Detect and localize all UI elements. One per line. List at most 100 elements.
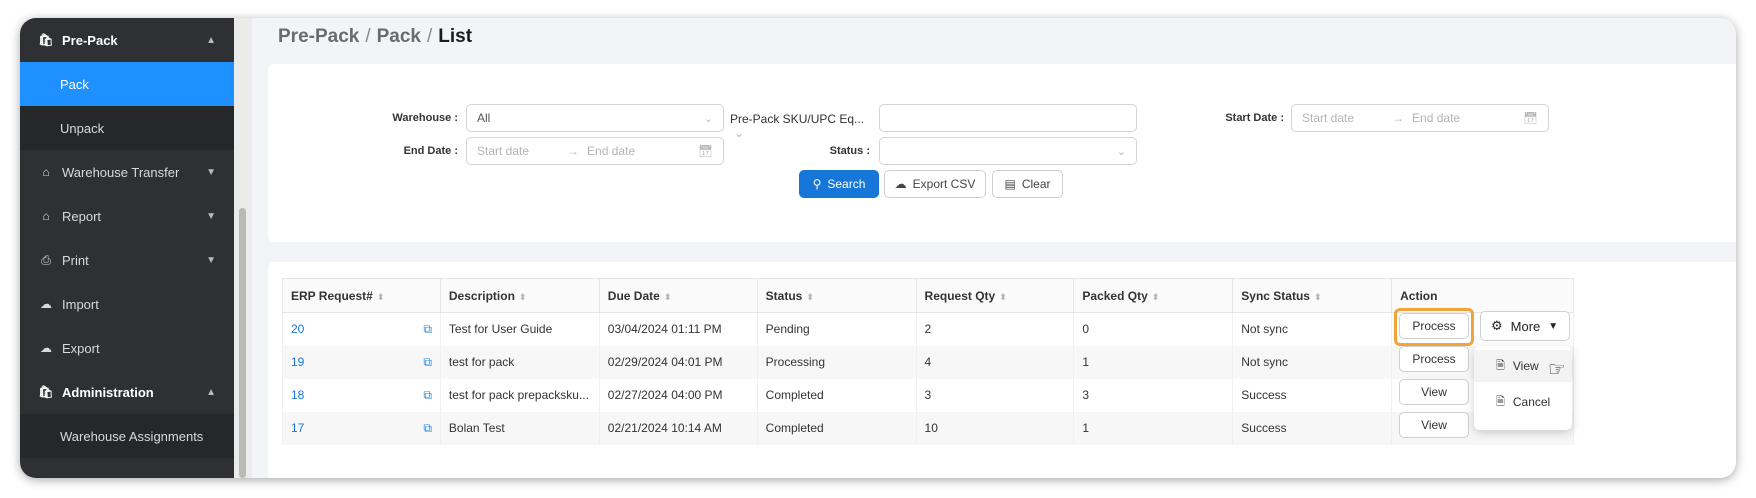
sidebar-item-administration[interactable]: 🛍︎ Administration ▲: [20, 370, 234, 414]
scrollbar-thumb[interactable]: [239, 208, 246, 478]
erp-request-value[interactable]: 17: [291, 421, 304, 435]
sidebar-item-pack[interactable]: Pack: [20, 62, 234, 106]
status-select[interactable]: ⌄: [879, 137, 1137, 165]
chevron-up-icon: ▲: [206, 34, 216, 46]
chevron-up-icon: ▲: [206, 386, 216, 398]
filter-panel: Warehouse : All ⌄ Pre-Pack SKU/UPC Eq...…: [268, 64, 1736, 242]
menu-item-label: View: [1512, 359, 1539, 373]
request-qty-cell: 4: [915, 345, 1075, 379]
sort-icon[interactable]: ⬍: [519, 292, 527, 302]
sort-icon[interactable]: ⬍: [999, 292, 1007, 302]
packed-qty-cell: 1: [1073, 345, 1234, 379]
sidebar-item-unpack[interactable]: Unpack: [20, 106, 234, 150]
process-button[interactable]: Process: [1399, 346, 1469, 372]
sort-icon[interactable]: ⬍: [806, 292, 814, 302]
search-button[interactable]: ⚲ Search: [799, 170, 879, 198]
sidebar-item-export[interactable]: ☁ Export: [20, 326, 234, 370]
end-date-range[interactable]: Start date → End date 📅︎: [466, 137, 724, 165]
sidebar-item-warehouse-transfer[interactable]: ⌂ Warehouse Transfer ▼: [20, 150, 234, 194]
erp-request-link[interactable]: 18 ⧉: [282, 378, 441, 412]
column-label: Request Qty: [924, 288, 996, 303]
column-header-status[interactable]: Status ⬍: [756, 278, 917, 313]
clear-icon: ▤: [1004, 177, 1016, 191]
erp-request-value[interactable]: 20: [291, 322, 304, 336]
column-label: Packed Qty: [1082, 288, 1148, 303]
request-qty-cell: 10: [915, 411, 1075, 445]
copy-icon[interactable]: ⧉: [423, 388, 432, 403]
sort-icon[interactable]: ⬍: [1152, 292, 1160, 302]
sidebar-item-print[interactable]: ⎙ Print ▼: [20, 238, 234, 282]
sku-input[interactable]: [879, 104, 1137, 132]
chevron-down-icon: ⌄: [703, 112, 713, 125]
warehouse-select[interactable]: All ⌄: [466, 104, 724, 132]
more-button[interactable]: ⚙ More ▼: [1480, 311, 1570, 341]
search-icon: ⚲: [812, 177, 822, 191]
packed-qty-cell: 0: [1073, 312, 1234, 346]
start-date-range[interactable]: Start date → End date 📅︎: [1291, 104, 1549, 132]
arrow-right-icon: →: [567, 144, 580, 158]
sidebar-item-label: Warehouse Transfer: [62, 164, 180, 180]
description-cell: test for pack: [439, 345, 600, 379]
sort-icon[interactable]: ⬍: [664, 292, 672, 302]
sidebar-scrollbar[interactable]: [234, 18, 252, 478]
table-row: 20 ⧉ Test for User Guide 03/04/2024 01:11…: [282, 312, 1574, 346]
column-header-packed-qty[interactable]: Packed Qty ⬍: [1073, 278, 1234, 313]
erp-request-link[interactable]: 17 ⧉: [282, 411, 441, 445]
copy-icon[interactable]: ⧉: [423, 421, 432, 436]
sidebar-item-label: Warehouse Assignments: [60, 428, 204, 444]
breadcrumb-pre-pack[interactable]: Pre-Pack: [278, 26, 359, 47]
sidebar-item-import[interactable]: ☁ Import: [20, 282, 234, 326]
pack-table: ERP Request# ⬍ Description ⬍ Due Date ⬍ Sta…: [282, 278, 1574, 445]
sort-icon[interactable]: ⬍: [1314, 292, 1322, 302]
end-date-placeholder: End date: [587, 144, 636, 158]
column-header-request-qty[interactable]: Request Qty ⬍: [915, 278, 1075, 313]
warehouse-label: Warehouse :: [392, 112, 458, 124]
packed-qty-cell: 3: [1073, 378, 1234, 412]
sidebar-item-warehouse-assignments[interactable]: Warehouse Assignments: [20, 414, 234, 458]
sidebar-item-label: Import: [62, 296, 99, 312]
process-button-label: Process: [1412, 352, 1456, 366]
copy-icon[interactable]: ⧉: [423, 355, 432, 370]
sync-status-cell: Success: [1232, 378, 1393, 412]
description-cell: test for pack prepacksku...: [439, 378, 600, 412]
erp-request-value[interactable]: 19: [291, 355, 304, 369]
breadcrumb-pack[interactable]: Pack: [377, 26, 421, 47]
menu-item-cancel[interactable]: 🗎︎ Cancel: [1474, 386, 1572, 418]
process-button[interactable]: Process: [1399, 313, 1469, 339]
column-label: Description: [448, 288, 515, 303]
sync-status-cell: Not sync: [1232, 345, 1393, 379]
view-button-label: View: [1421, 418, 1447, 432]
column-header-erp[interactable]: ERP Request# ⬍: [282, 278, 441, 313]
due-date-cell: 02/21/2024 10:14 AM: [598, 411, 758, 445]
column-label: Due Date: [607, 288, 660, 303]
column-header-due-date[interactable]: Due Date ⬍: [598, 278, 758, 313]
sidebar-item-report[interactable]: ⌂ Report ▼: [20, 194, 234, 238]
clear-button[interactable]: ▤ Clear: [992, 170, 1063, 198]
copy-icon[interactable]: ⧉: [423, 322, 432, 337]
due-date-cell: 02/29/2024 04:01 PM: [598, 345, 758, 379]
erp-request-link[interactable]: 20 ⧉: [282, 312, 441, 346]
view-button[interactable]: View: [1399, 412, 1469, 438]
hand-cursor-icon: ☞: [1548, 359, 1566, 381]
sort-icon[interactable]: ⬍: [377, 292, 385, 302]
export-csv-button[interactable]: ☁ Export CSV: [884, 170, 986, 198]
calendar-icon: 📅︎: [1522, 111, 1538, 125]
erp-request-link[interactable]: 19 ⧉: [282, 345, 441, 379]
sku-filter-select[interactable]: Pre-Pack SKU/UPC Eq... ⌄: [730, 112, 878, 140]
chevron-down-icon: ▼: [206, 254, 216, 266]
cloud-upload-icon: ☁: [894, 177, 907, 191]
sidebar-item-pre-pack[interactable]: 🛍︎ Pre-Pack ▲: [20, 18, 234, 62]
view-button[interactable]: View: [1399, 379, 1469, 405]
table-panel: ERP Request# ⬍ Description ⬍ Due Date ⬍ Sta…: [268, 262, 1736, 478]
sidebar-item-label: Print: [62, 252, 89, 268]
column-header-sync-status[interactable]: Sync Status ⬍: [1232, 278, 1393, 313]
erp-request-value[interactable]: 18: [291, 388, 304, 402]
status-cell: Pending: [756, 312, 917, 346]
column-label: ERP Request#: [291, 288, 373, 303]
cloud-upload-icon: ☁: [40, 297, 52, 311]
table-header-row: ERP Request# ⬍ Description ⬍ Due Date ⬍ Sta…: [282, 278, 1574, 313]
column-header-description[interactable]: Description ⬍: [439, 278, 600, 313]
column-label: Status: [765, 288, 803, 303]
due-date-cell: 02/27/2024 04:00 PM: [598, 378, 758, 412]
report-icon: ⌂: [42, 209, 50, 223]
